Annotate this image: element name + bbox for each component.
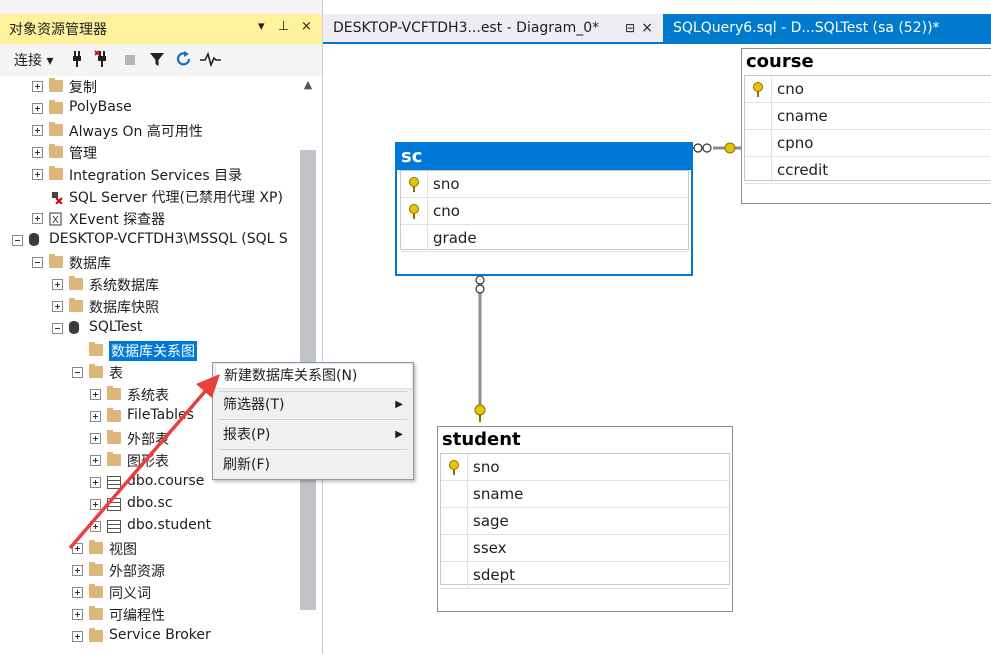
annotation-arrow — [68, 374, 220, 550]
